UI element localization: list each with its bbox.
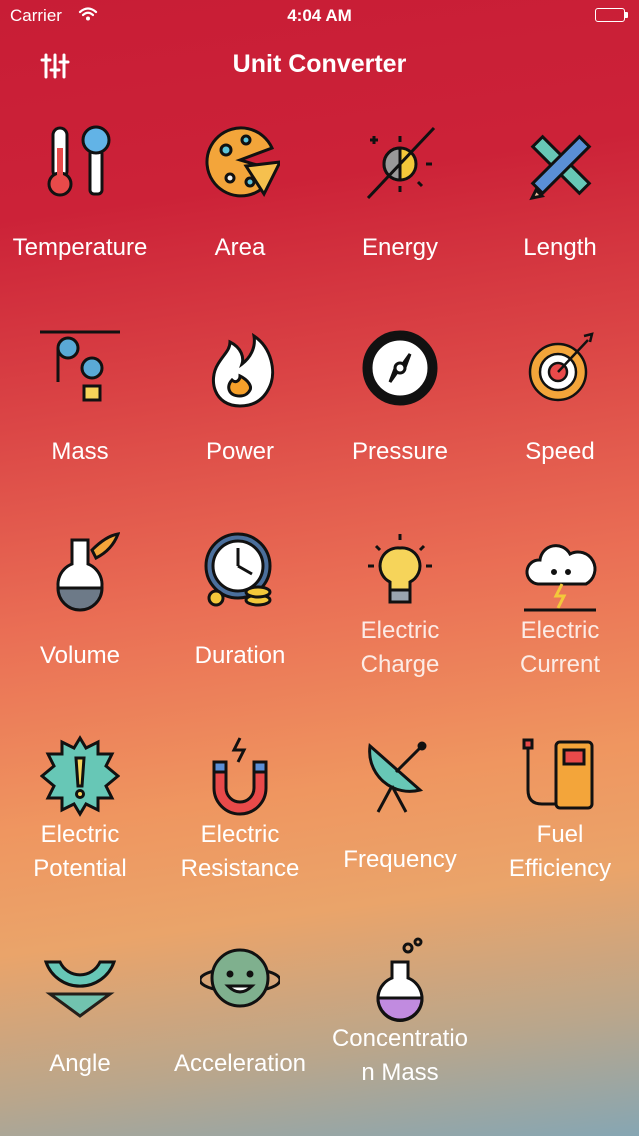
category-electric-current[interactable]: Electric Current	[480, 508, 639, 708]
category-volume[interactable]: Volume	[0, 508, 160, 708]
category-label: Power	[205, 438, 275, 465]
storm-cloud-icon	[524, 544, 597, 612]
category-label: Energy	[361, 234, 439, 261]
category-label: Electric Current	[519, 617, 601, 678]
category-label: Fuel Efficiency	[508, 821, 612, 882]
flask-leaf-icon	[56, 532, 120, 612]
category-concentration-mass[interactable]: Concentratio n Mass	[320, 916, 480, 1116]
protractor-icon	[43, 960, 117, 1018]
category-pressure[interactable]: Pressure	[320, 304, 480, 504]
planet-icon	[200, 948, 280, 1008]
category-label: Acceleration	[173, 1050, 307, 1077]
category-electric-resistance[interactable]: Electric Resistance	[160, 712, 320, 912]
category-label: Volume	[39, 642, 121, 669]
category-label: Pressure	[351, 438, 449, 465]
thermometer-icon	[47, 125, 111, 197]
compass-gauge-icon	[362, 330, 438, 406]
category-frequency[interactable]: Frequency	[320, 712, 480, 912]
fuel-pump-icon	[522, 738, 594, 810]
battery-icon	[595, 8, 629, 23]
category-label: Temperature	[12, 234, 148, 261]
category-acceleration[interactable]: Acceleration	[160, 916, 320, 1116]
category-label: Length	[523, 234, 597, 261]
category-label: Electric Charge	[360, 617, 440, 678]
category-electric-charge[interactable]: Electric Charge	[320, 508, 480, 708]
category-angle[interactable]: Angle	[0, 916, 160, 1116]
status-bar: Carrier 4:04 AM	[0, 0, 639, 34]
category-label: Mass	[51, 438, 109, 465]
category-area[interactable]: Area	[160, 100, 320, 300]
category-duration[interactable]: Duration	[160, 508, 320, 708]
target-arrow-icon	[528, 332, 594, 402]
category-length[interactable]: Length	[480, 100, 639, 300]
ruler-pencil-icon	[529, 134, 592, 201]
pizza-icon	[205, 126, 280, 198]
category-label: Angle	[49, 1050, 111, 1077]
settings-button[interactable]	[40, 52, 72, 80]
category-power[interactable]: Power	[160, 304, 320, 504]
light-bulb-icon	[368, 534, 432, 604]
warning-burst-icon	[40, 735, 120, 817]
magnet-icon	[212, 737, 268, 816]
satellite-dish-icon	[368, 741, 427, 813]
sliders-icon	[40, 53, 70, 79]
category-label: Frequency	[343, 846, 457, 873]
pulley-icon	[40, 330, 120, 402]
page-title: Unit Converter	[232, 50, 407, 78]
navigation-bar: Unit Converter	[0, 40, 639, 92]
sun-moon-icon	[366, 126, 436, 200]
clock-time: 4:04 AM	[287, 6, 352, 25]
beaker-bubbles-icon	[376, 937, 424, 1022]
category-energy[interactable]: Energy	[320, 100, 480, 300]
category-label: Duration	[194, 642, 286, 669]
category-label: Concentratio n Mass	[331, 1025, 469, 1086]
flame-icon	[211, 332, 275, 408]
category-temperature[interactable]: Temperature	[0, 100, 160, 300]
category-mass[interactable]: Mass	[0, 304, 160, 504]
category-label: Electric Potential	[33, 821, 127, 882]
category-fuel-efficiency[interactable]: Fuel Efficiency	[480, 712, 639, 912]
category-label: Speed	[525, 438, 595, 465]
category-electric-potential[interactable]: Electric Potential	[0, 712, 160, 912]
category-speed[interactable]: Speed	[480, 304, 639, 504]
category-label: Electric Resistance	[180, 821, 300, 882]
clock-coins-icon	[204, 532, 272, 607]
category-label: Area	[214, 234, 266, 261]
